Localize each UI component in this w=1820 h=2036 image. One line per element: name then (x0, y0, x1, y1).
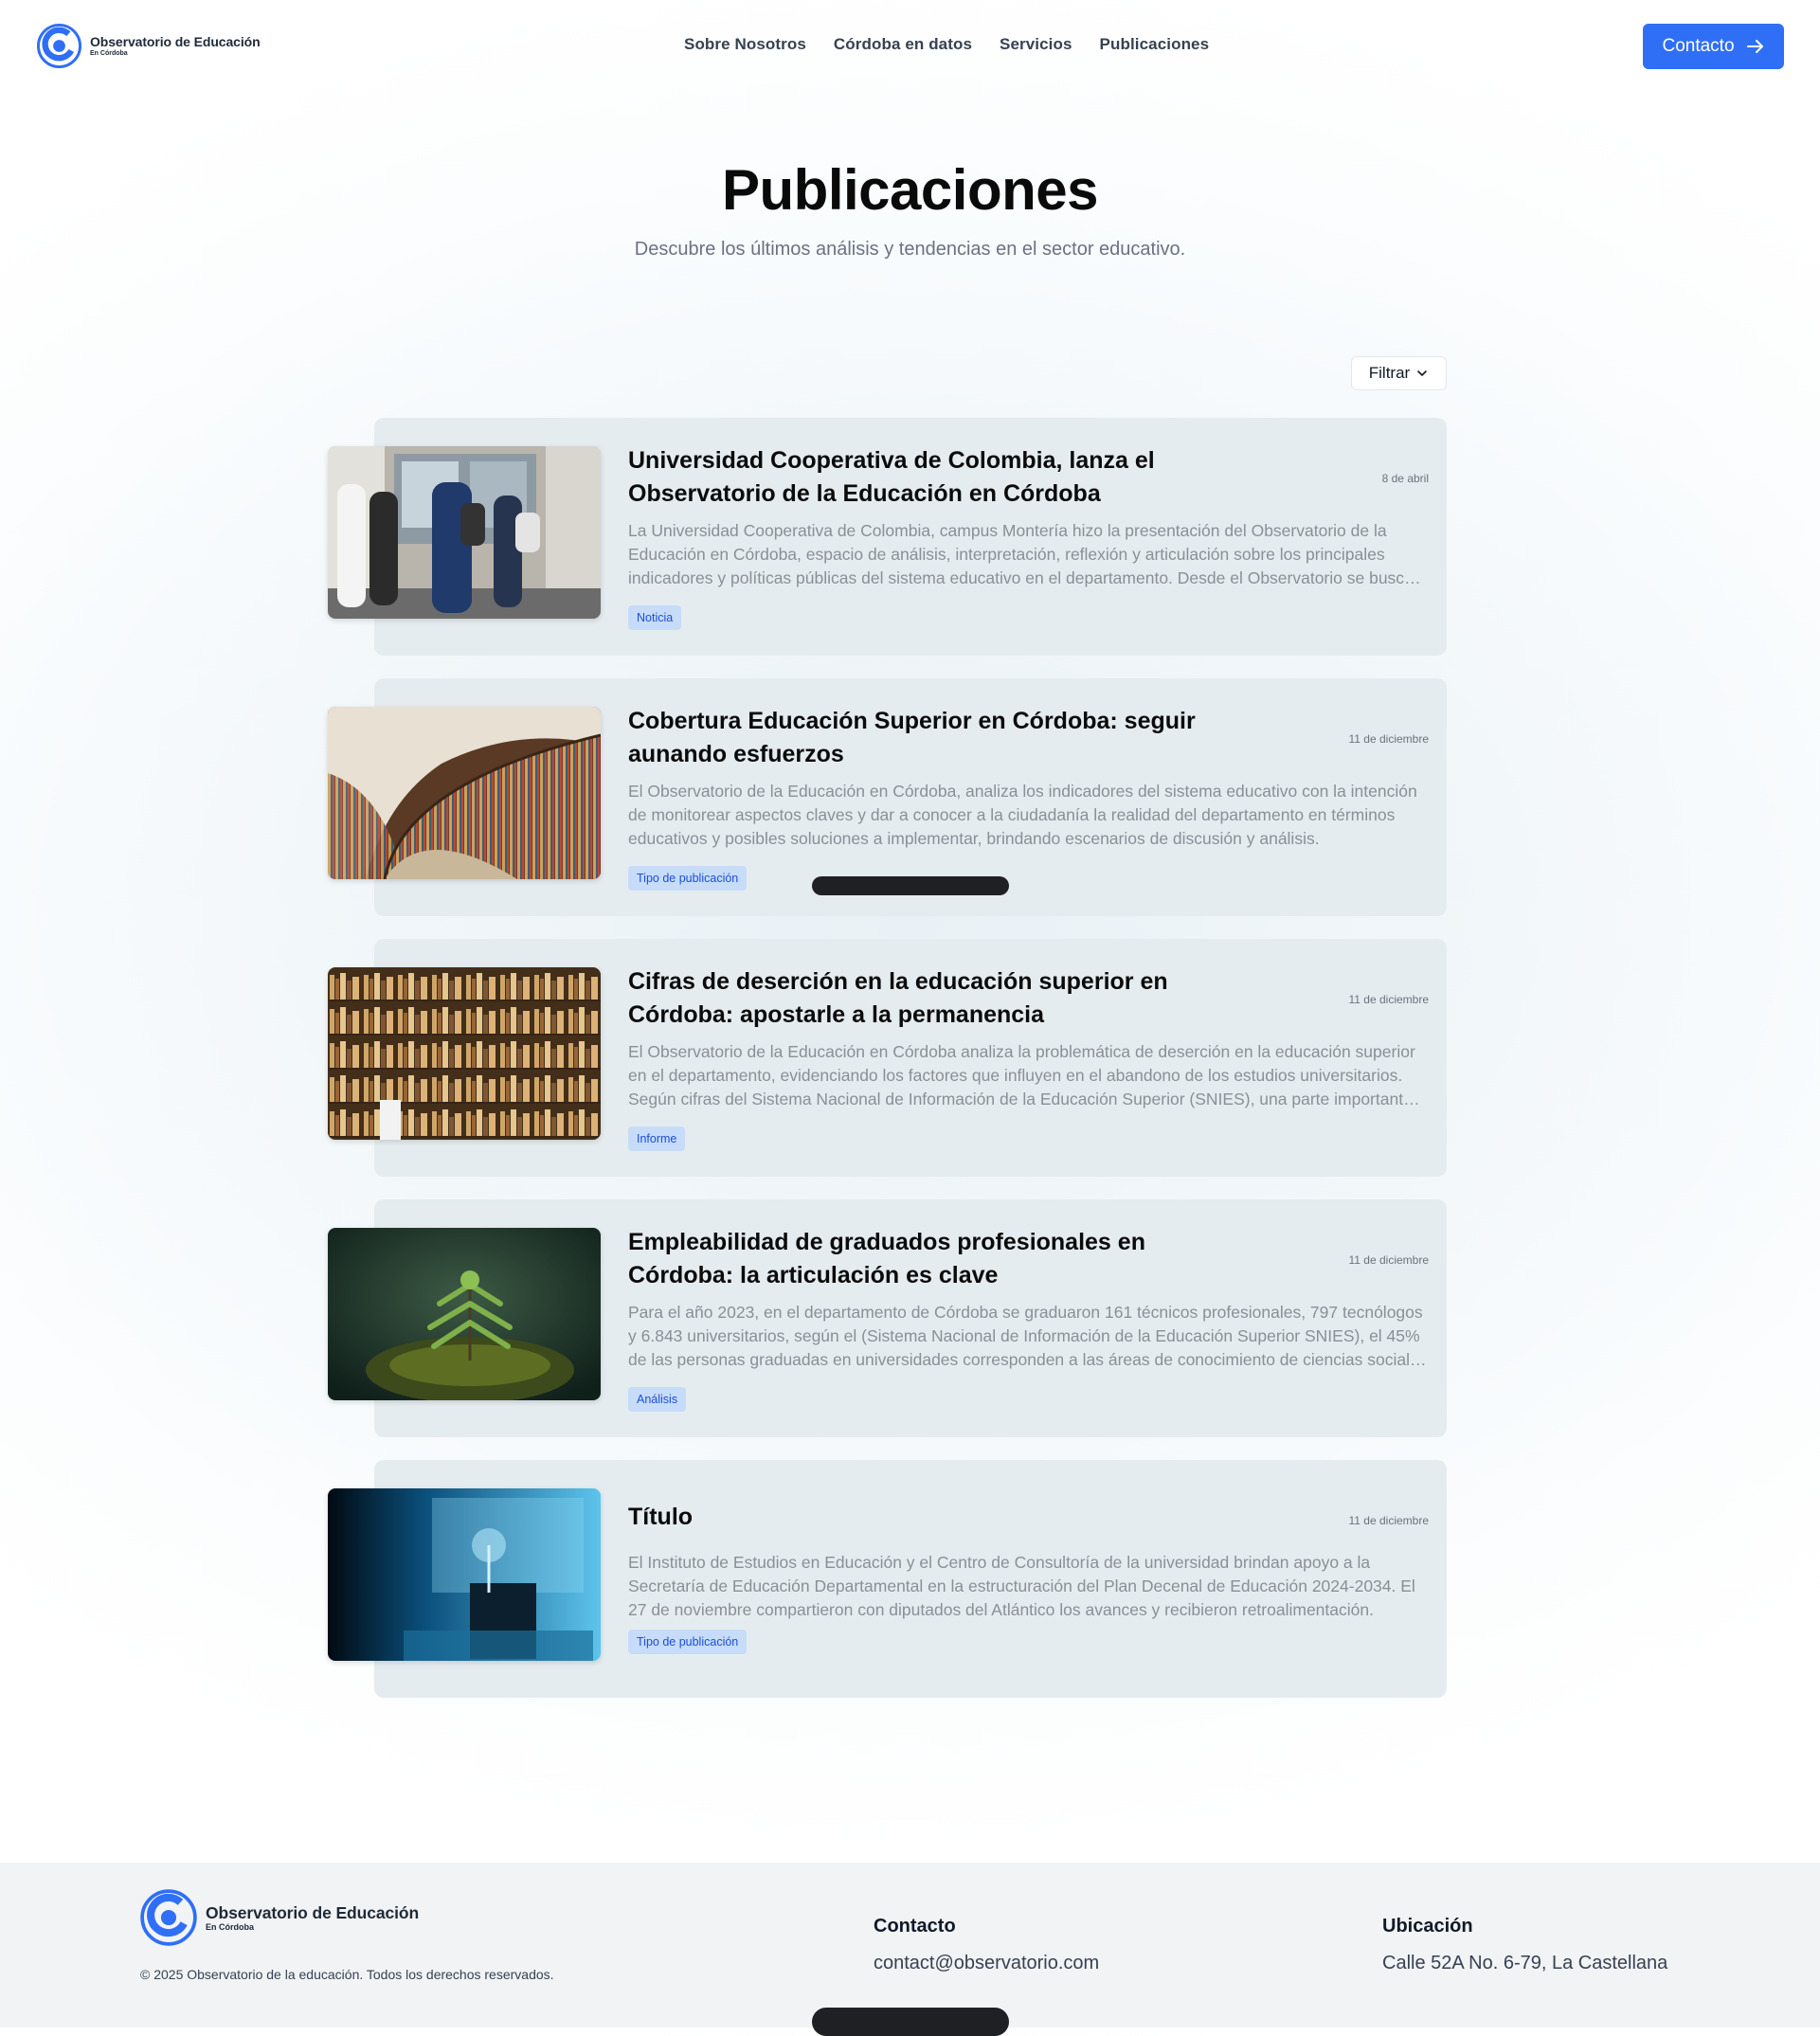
contact-button-label: Contacto (1662, 36, 1735, 56)
publication-description: Para el año 2023, en el departamento de … (628, 1303, 1428, 1369)
navbar: Observatorio de Educación En Córdoba Sob… (0, 0, 1820, 93)
publication-date: 11 de diciembre (1348, 1253, 1430, 1267)
publication-card[interactable]: Cifras de deserción en la educación supe… (328, 939, 1447, 1177)
publication-date: 11 de diciembre (1348, 732, 1430, 746)
footer: Observatorio de Educación En Córdoba © 2… (0, 1863, 1820, 2036)
publication-image-bookshelf (328, 967, 601, 1140)
page-subtitle: Descubre los últimos análisis y tendenci… (634, 239, 1186, 260)
footer-location-heading: Ubicación (1382, 1916, 1473, 1937)
publication-date: 8 de abril (1381, 472, 1429, 485)
footer-contact-heading: Contacto (874, 1916, 956, 1937)
publication-image-seedling (328, 1228, 601, 1400)
floating-toolbar[interactable] (812, 876, 1009, 895)
publication-title[interactable]: Empleabilidad de graduados profesionales… (628, 1226, 1234, 1292)
footer-location: Ubicación Calle 52A No. 6-79, La Castell… (1382, 1916, 1667, 1974)
publication-image-library (328, 707, 601, 879)
publication-tag[interactable]: Tipo de publicación (628, 866, 748, 891)
arrow-right-icon (1746, 40, 1763, 53)
footer-contact-email[interactable]: contact@observatorio.com (874, 1953, 1099, 1974)
publication-description: El Instituto de Estudios en Educación y … (628, 1553, 1415, 1619)
brand-tagline: En Córdoba (90, 50, 128, 57)
nav-link-publicaciones[interactable]: Publicaciones (1100, 35, 1210, 54)
main-nav: Sobre Nosotros Córdoba en datos Servicio… (684, 35, 1209, 54)
page-title: Publicaciones (722, 158, 1098, 222)
publication-description: La Universidad Cooperativa de Colombia, … (628, 521, 1414, 587)
publication-card[interactable]: Cobertura Educación Superior en Córdoba:… (328, 678, 1447, 916)
floating-toolbar[interactable] (812, 2008, 1009, 2036)
publication-description: El Observatorio de la Educación en Córdo… (628, 1042, 1415, 1108)
observatorio-logo-icon (36, 23, 82, 69)
publication-title[interactable]: Título (628, 1501, 1234, 1534)
publication-title[interactable]: Universidad Cooperativa de Colombia, lan… (628, 444, 1234, 511)
publication-date: 11 de diciembre (1348, 993, 1430, 1006)
brand-logo[interactable]: Observatorio de Educación En Córdoba (36, 23, 261, 69)
copyright-text: © 2025 Observatorio de la educación. Tod… (140, 1967, 554, 1982)
publication-description: El Observatorio de la Educación en Córdo… (628, 782, 1417, 848)
nav-link-sobre-nosotros[interactable]: Sobre Nosotros (684, 35, 806, 54)
nav-link-cordoba-en-datos[interactable]: Córdoba en datos (834, 35, 972, 54)
brand-name: Observatorio de Educación (90, 34, 261, 49)
publication-date: 11 de diciembre (1348, 1514, 1430, 1527)
publication-title[interactable]: Cifras de deserción en la educación supe… (628, 965, 1234, 1032)
publication-tag[interactable]: Tipo de publicación (628, 1630, 748, 1654)
publication-tag[interactable]: Noticia (628, 605, 682, 630)
chevron-down-icon (1417, 370, 1428, 376)
footer-brand-name: Observatorio de Educación (206, 1902, 420, 1922)
filter-label: Filtrar (1368, 364, 1411, 382)
publication-card[interactable]: Título 11 de diciembre El Instituto de E… (328, 1460, 1447, 1698)
publication-card[interactable]: Universidad Cooperativa de Colombia, lan… (328, 418, 1447, 656)
observatorio-logo-icon (140, 1889, 197, 1946)
publication-tag[interactable]: Análisis (628, 1387, 687, 1412)
nav-link-servicios[interactable]: Servicios (1000, 35, 1072, 54)
publication-tag[interactable]: Informe (628, 1126, 686, 1151)
filter-dropdown[interactable]: Filtrar (1351, 356, 1447, 390)
footer-location-address: Calle 52A No. 6-79, La Castellana (1382, 1953, 1668, 1973)
publication-title[interactable]: Cobertura Educación Superior en Córdoba:… (628, 705, 1234, 771)
publication-card[interactable]: Empleabilidad de graduados profesionales… (328, 1199, 1447, 1437)
footer-contact: Contacto contact@observatorio.com (874, 1916, 1099, 1974)
publication-image-students (328, 446, 601, 619)
footer-brand-tagline: En Córdoba (206, 1921, 254, 1932)
footer-brand-logo[interactable]: Observatorio de Educación En Córdoba (139, 1888, 419, 1947)
contact-button[interactable]: Contacto (1643, 24, 1784, 69)
publication-image-lab (328, 1488, 601, 1661)
